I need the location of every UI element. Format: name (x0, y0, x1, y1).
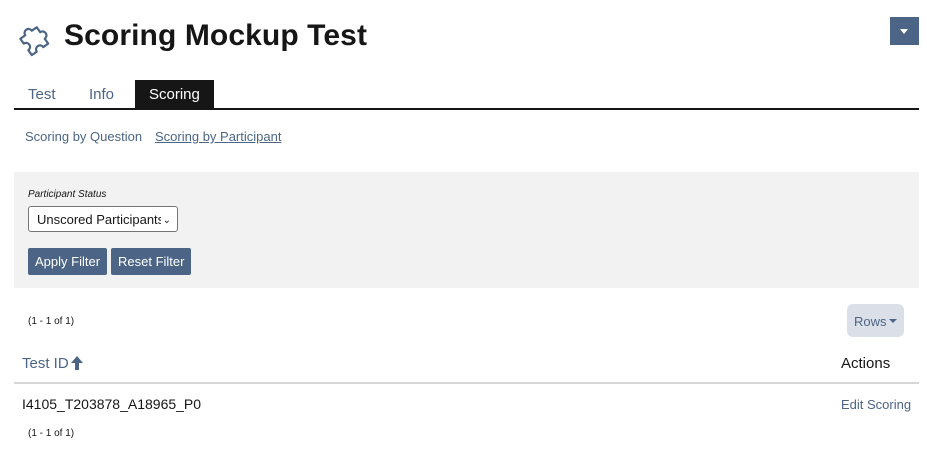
apply-filter-button[interactable]: Apply Filter (28, 248, 108, 275)
column-header-actions: Actions (841, 355, 891, 372)
reset-filter-button[interactable]: Reset Filter (111, 248, 192, 275)
caret-down-icon (900, 29, 908, 34)
tab-info[interactable]: Info (75, 80, 128, 108)
tab-scoring[interactable]: Scoring (135, 80, 214, 108)
tab-test[interactable]: Test (14, 80, 70, 108)
table-header-divider (14, 382, 919, 384)
edit-scoring-link[interactable]: Edit Scoring (841, 397, 911, 412)
column-header-test-id[interactable]: Test ID (22, 355, 69, 372)
rows-label: Rows (854, 314, 887, 329)
subtab-scoring-by-participant[interactable]: Scoring by Participant (155, 129, 281, 144)
puzzle-piece-icon (19, 26, 50, 57)
menu-dropdown-button[interactable] (890, 17, 919, 45)
pagination-count-top: (1 - 1 of 1) (28, 316, 75, 327)
page-title: Scoring Mockup Test (64, 19, 368, 52)
pagination-count-bottom: (1 - 1 of 1) (28, 428, 75, 439)
tab-bar: Test Info Scoring (14, 80, 919, 110)
subtab-scoring-by-question[interactable]: Scoring by Question (25, 129, 142, 144)
participant-status-select[interactable]: Unscored Participants ⌄ (28, 206, 178, 232)
participant-status-value: Unscored Participants (37, 212, 161, 227)
participant-status-label: Participant Status (28, 189, 107, 200)
caret-down-icon (889, 319, 897, 323)
arrow-up-icon[interactable] (70, 355, 84, 371)
rows-per-page-button[interactable]: Rows (847, 304, 904, 337)
table-cell-test-id: I4105_T203878_A18965_P0 (22, 396, 202, 412)
chevron-down-icon: ⌄ (162, 215, 171, 226)
